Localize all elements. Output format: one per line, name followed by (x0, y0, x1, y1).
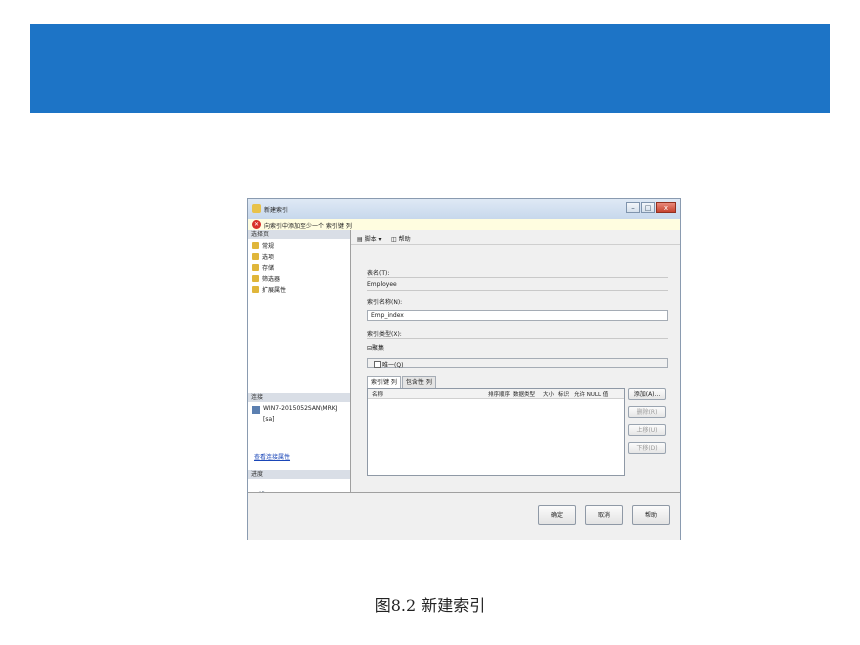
main-panel: ▤ 脚本 ▾ ◫ 帮助 表名(T): Employee 索引名称(N): Emp… (351, 230, 680, 492)
nav-item-storage[interactable]: 存储 (252, 263, 274, 272)
index-name-label: 索引名称(N): (367, 299, 403, 306)
server-icon (252, 406, 260, 414)
maximize-button[interactable]: □ (641, 202, 655, 213)
page-icon (252, 242, 259, 249)
server-info: WIN7-2015052SAN\MRKJ [sa] (252, 405, 337, 423)
script-button[interactable]: ▤ 脚本 ▾ (357, 234, 382, 243)
dialog-footer: 确定 取消 帮助 (248, 492, 680, 540)
move-up-button[interactable]: 上移(U) (628, 424, 666, 436)
grid-header: 名称 排序顺序 数据类型 大小 标识 允许 NULL 值 (368, 389, 624, 399)
window-title: 新建索引 (264, 207, 289, 214)
nav-item-general[interactable]: 常规 (252, 241, 274, 250)
left-panel: 选择页 常规 选项 存储 筛选器 扩展属性 连接 WIN7-2015052SAN… (248, 230, 351, 503)
figure-caption: 图8.2 新建索引 (374, 596, 486, 615)
new-index-dialog: 新建索引 – □ x ✕ 向索引中添加至少一个 索引键 列 选择页 常规 选项 … (247, 198, 681, 540)
column-header: 标识 (558, 392, 570, 398)
divider (367, 290, 668, 291)
unique-label: 唯一(Q) (382, 362, 404, 369)
progress-header: 进度 (248, 470, 350, 479)
minimize-button[interactable]: – (626, 202, 640, 213)
title-bar[interactable]: 新建索引 – □ x (248, 199, 680, 220)
column-header: 大小 (543, 392, 555, 398)
unique-checkbox-row[interactable]: 唯一(Q) (367, 358, 668, 369)
unique-checkbox[interactable] (374, 361, 381, 368)
tab-included-columns[interactable]: 包含性 列 (401, 376, 436, 388)
column-header: 允许 NULL 值 (574, 392, 609, 398)
cancel-button[interactable]: 取消 (585, 505, 623, 525)
title-banner (30, 24, 830, 113)
app-icon (252, 204, 261, 213)
ok-button[interactable]: 确定 (538, 505, 576, 525)
error-message: 向索引中添加至少一个 索引键 列 (264, 223, 352, 230)
divider (367, 277, 668, 278)
column-header: 数据类型 (513, 392, 536, 398)
remove-button[interactable]: 删除(R) (628, 406, 666, 418)
user-name: [sa] (263, 416, 275, 423)
divider (367, 338, 668, 339)
server-name: WIN7-2015052SAN\MRKJ (263, 405, 338, 412)
page-icon (252, 253, 259, 260)
select-page-header: 选择页 (248, 230, 350, 239)
help-footer-button[interactable]: 帮助 (632, 505, 670, 525)
toolbar: ▤ 脚本 ▾ ◫ 帮助 (351, 230, 680, 245)
column-header: 名称 (372, 392, 384, 398)
move-down-button[interactable]: 下移(D) (628, 442, 666, 454)
index-columns-grid[interactable]: 名称 排序顺序 数据类型 大小 标识 允许 NULL 值 (367, 388, 625, 476)
table-name-value: Employee (367, 281, 397, 288)
connection-header: 连接 (248, 393, 350, 402)
index-type-label: 索引类型(X): (367, 331, 402, 338)
page-icon (252, 275, 259, 282)
tab-index-key-columns[interactable]: 索引键 列 (367, 376, 401, 388)
add-button[interactable]: 添加(A)... (628, 388, 666, 400)
view-connection-properties-link[interactable]: 查看连接属性 (254, 452, 290, 461)
nav-item-filter[interactable]: 筛选器 (252, 274, 280, 283)
close-button[interactable]: x (656, 202, 676, 213)
help-button[interactable]: ◫ 帮助 (391, 234, 411, 243)
page-icon (252, 286, 259, 293)
nav-item-extended-properties[interactable]: 扩展属性 (252, 285, 286, 294)
clustered-value: ⊟聚集 (367, 345, 385, 352)
column-header: 排序顺序 (488, 392, 511, 398)
index-name-field[interactable]: Emp_index (367, 310, 668, 321)
nav-item-options[interactable]: 选项 (252, 252, 274, 261)
table-name-label: 表名(T): (367, 270, 390, 277)
page-icon (252, 264, 259, 271)
error-icon: ✕ (252, 220, 261, 229)
